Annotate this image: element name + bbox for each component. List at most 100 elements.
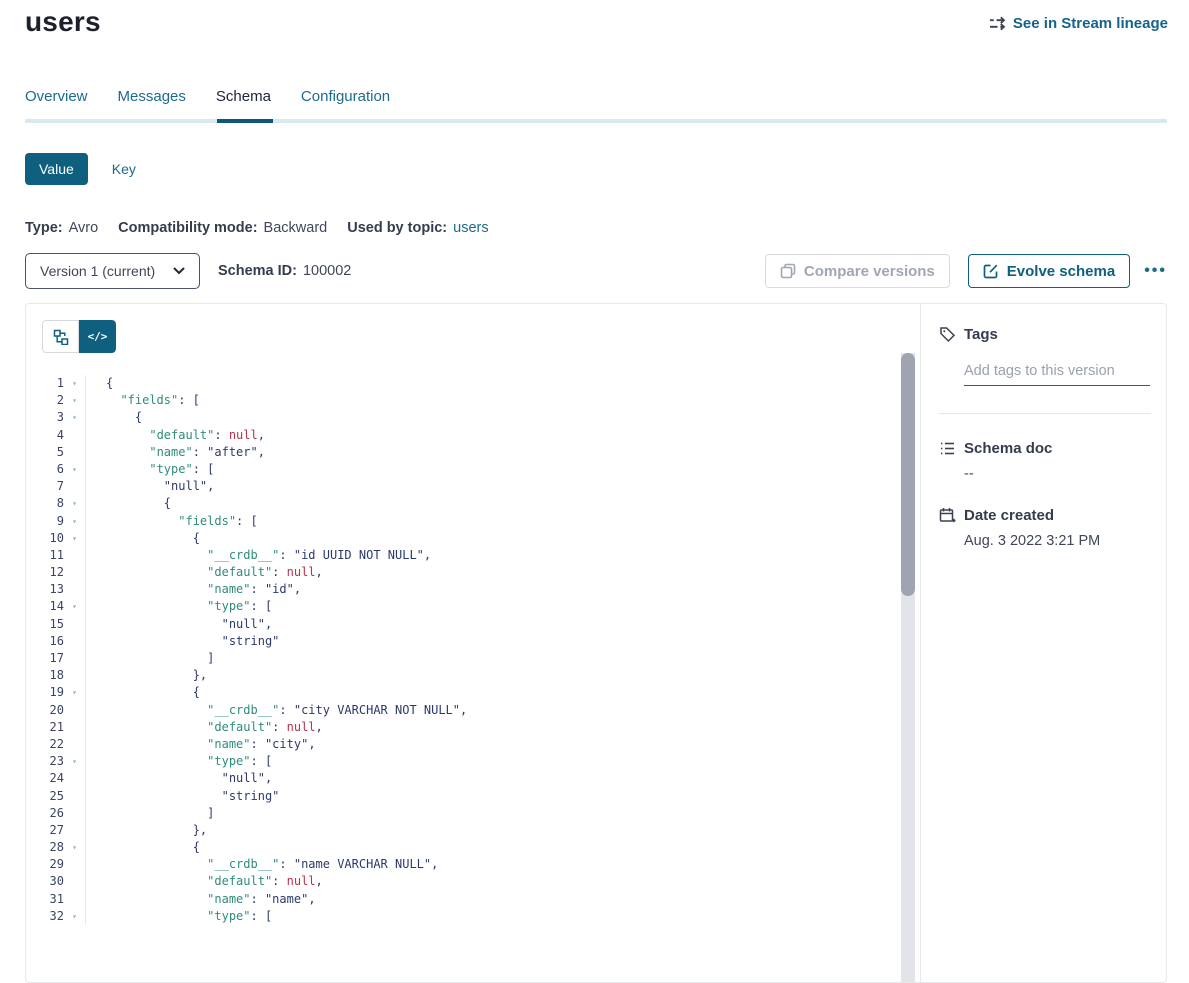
key-toggle-link[interactable]: Key (112, 161, 136, 177)
line-number: 18 (26, 667, 64, 684)
topic-link[interactable]: users (453, 220, 488, 236)
code-line-text: "default": null, (86, 427, 265, 444)
line-number: 2 (26, 392, 64, 409)
line-number: 4 (26, 427, 64, 444)
code-line-text: { (86, 530, 200, 547)
editor-scrollbar-thumb[interactable] (901, 353, 915, 596)
evolve-schema-icon (983, 263, 999, 279)
line-number: 32 (26, 908, 64, 925)
evolve-schema-button[interactable]: Evolve schema (968, 254, 1130, 288)
fold-gutter (64, 427, 86, 444)
line-number: 13 (26, 581, 64, 598)
code-line-text: "null", (86, 770, 272, 787)
code-line-text: "name": "id", (86, 581, 301, 598)
code-line: 30"default": null, (26, 873, 901, 890)
fold-gutter (64, 547, 86, 564)
fold-gutter (64, 478, 86, 495)
fold-gutter (64, 891, 86, 908)
tab-schema[interactable]: Schema (216, 88, 271, 105)
version-select-value: Version 1 (current) (40, 263, 155, 279)
fold-gutter (64, 770, 86, 787)
schema-doc-icon (939, 440, 956, 457)
schema-sidebar: Tags Schema doc -- (922, 304, 1168, 982)
code-line-text: "default": null, (86, 873, 323, 890)
sidebar-divider (939, 413, 1151, 414)
fold-toggle-icon[interactable]: ▾ (64, 513, 86, 530)
line-number: 12 (26, 564, 64, 581)
tab-overview[interactable]: Overview (25, 88, 88, 105)
tab-messages[interactable]: Messages (118, 88, 186, 105)
fold-toggle-icon[interactable]: ▾ (64, 530, 86, 547)
code-line-text: "name": "after", (86, 444, 265, 461)
fold-toggle-icon[interactable]: ▾ (64, 908, 86, 925)
line-number: 23 (26, 753, 64, 770)
date-created-value: Aug. 3 2022 3:21 PM (964, 533, 1150, 549)
type-value: Avro (69, 220, 99, 236)
date-created-section-title: Date created (964, 507, 1054, 524)
fold-toggle-icon[interactable]: ▾ (64, 839, 86, 856)
code-line-text: "__crdb__": "city VARCHAR NOT NULL", (86, 702, 467, 719)
stream-lineage-icon (989, 15, 1006, 32)
code-line-text: "null", (86, 616, 272, 633)
schema-doc-section-title: Schema doc (964, 440, 1052, 457)
page-title: users (25, 6, 101, 38)
code-line: 5"name": "after", (26, 444, 901, 461)
fold-toggle-icon[interactable]: ▾ (64, 375, 86, 392)
code-line: 8▾{ (26, 495, 901, 512)
code-line: 12"default": null, (26, 564, 901, 581)
code-line-text: { (86, 684, 200, 701)
code-editor[interactable]: 1▾{2▾"fields": [3▾{4"default": null,5"na… (26, 375, 901, 925)
code-line: 29"__crdb__": "name VARCHAR NULL", (26, 856, 901, 873)
code-line-text: { (86, 409, 142, 426)
line-number: 1 (26, 375, 64, 392)
code-line: 25"string" (26, 788, 901, 805)
code-line-text: "__crdb__": "id UUID NOT NULL", (86, 547, 431, 564)
code-line: 17] (26, 650, 901, 667)
date-created-icon (939, 507, 956, 524)
code-line-text: { (86, 495, 171, 512)
line-number: 8 (26, 495, 64, 512)
line-number: 19 (26, 684, 64, 701)
code-line-text: "type": [ (86, 461, 214, 478)
code-line-text: "fields": [ (86, 513, 258, 530)
code-line: 21"default": null, (26, 719, 901, 736)
compare-versions-button[interactable]: Compare versions (765, 254, 950, 288)
fold-toggle-icon[interactable]: ▾ (64, 461, 86, 478)
schema-id-value: 100002 (303, 263, 351, 279)
see-in-stream-lineage-link[interactable]: See in Stream lineage (989, 15, 1168, 32)
code-line: 3▾{ (26, 409, 901, 426)
code-line: 26] (26, 805, 901, 822)
line-number: 22 (26, 736, 64, 753)
fold-toggle-icon[interactable]: ▾ (64, 684, 86, 701)
chevron-down-icon (173, 267, 185, 275)
code-line: 24"null", (26, 770, 901, 787)
fold-toggle-icon[interactable]: ▾ (64, 598, 86, 615)
line-number: 9 (26, 513, 64, 530)
code-line: 11"__crdb__": "id UUID NOT NULL", (26, 547, 901, 564)
editor-scrollbar-track[interactable] (901, 353, 915, 982)
code-line-text: "string" (86, 633, 279, 650)
tree-view-button[interactable] (42, 320, 79, 353)
code-line-text: ] (86, 650, 214, 667)
version-select[interactable]: Version 1 (current) (25, 253, 200, 289)
code-line: 27}, (26, 822, 901, 839)
more-actions-button[interactable]: ••• (1144, 254, 1167, 288)
fold-gutter (64, 788, 86, 805)
fold-toggle-icon[interactable]: ▾ (64, 392, 86, 409)
tab-configuration[interactable]: Configuration (301, 88, 390, 105)
code-line: 10▾{ (26, 530, 901, 547)
tab-bar: Overview Messages Schema Configuration (25, 88, 1167, 123)
fold-toggle-icon[interactable]: ▾ (64, 495, 86, 512)
code-line-text: "fields": [ (86, 392, 200, 409)
schema-code-pane: </> 1▾{2▾"fields": [3▾{4"default": null,… (26, 304, 921, 982)
code-line: 7"null", (26, 478, 901, 495)
fold-toggle-icon[interactable]: ▾ (64, 753, 86, 770)
add-tags-input[interactable] (964, 363, 1150, 386)
value-toggle-button[interactable]: Value (25, 153, 88, 185)
code-view-button[interactable]: </> (79, 320, 116, 353)
line-number: 20 (26, 702, 64, 719)
code-line: 18}, (26, 667, 901, 684)
fold-toggle-icon[interactable]: ▾ (64, 409, 86, 426)
tags-section-title: Tags (964, 326, 998, 343)
active-tab-indicator (217, 119, 273, 123)
